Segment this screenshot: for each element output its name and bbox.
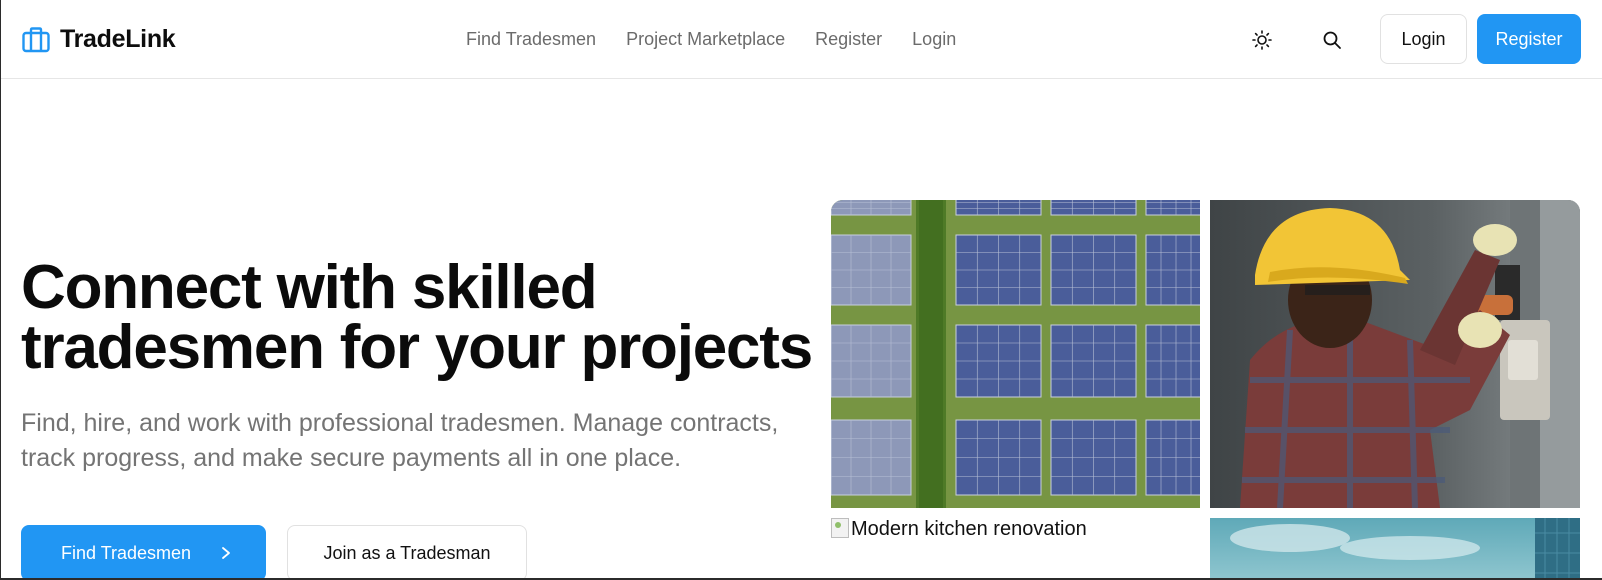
hero-subtitle-line-2: track progress, and make secure payments…	[21, 444, 682, 472]
sky-illustration	[1210, 518, 1580, 580]
theme-toggle-button[interactable]	[1245, 23, 1279, 57]
nav-link-project-marketplace[interactable]: Project Marketplace	[626, 29, 785, 50]
find-tradesmen-label: Find Tradesmen	[61, 542, 192, 563]
sky-image	[1210, 518, 1580, 580]
nav-link-register[interactable]: Register	[815, 29, 882, 50]
brand-name: TradeLink	[60, 25, 176, 53]
chevron-right-icon	[222, 547, 230, 559]
nav-link-find-tradesmen[interactable]: Find Tradesmen	[466, 29, 596, 50]
hero-subtitle: Find, hire, and work with professional t…	[21, 406, 801, 476]
top-header: TradeLink Find Tradesmen Project Marketp…	[1, 0, 1602, 79]
register-button[interactable]: Register	[1477, 14, 1581, 64]
electrician-image	[1210, 200, 1580, 508]
join-as-tradesman-button[interactable]: Join as a Tradesman	[287, 525, 527, 580]
solar-panels-image	[831, 200, 1200, 508]
kitchen-renovation-image: Modern kitchen renovation	[831, 518, 1200, 580]
brand-logo[interactable]: TradeLink	[22, 25, 176, 54]
image-alt-text: Modern kitchen renovation	[851, 518, 1087, 540]
sun-icon	[1252, 30, 1272, 50]
hero-title: Connect with skilled tradesmen for your …	[21, 253, 813, 382]
broken-image: Modern kitchen renovation	[831, 518, 1200, 540]
main-nav: Find Tradesmen Project Marketplace Regis…	[466, 29, 956, 50]
search-button[interactable]	[1315, 23, 1349, 57]
briefcase-icon	[22, 26, 50, 52]
solar-panels-illustration	[831, 200, 1200, 508]
find-tradesmen-button[interactable]: Find Tradesmen	[21, 525, 266, 580]
hero-title-line-2: tradesmen for your projects	[21, 313, 813, 382]
search-icon	[1323, 31, 1341, 49]
login-button[interactable]: Login	[1380, 14, 1467, 64]
broken-image-icon	[831, 518, 849, 538]
nav-link-login[interactable]: Login	[912, 29, 956, 50]
hero-title-line-1: Connect with skilled	[21, 253, 598, 322]
electrician-illustration	[1210, 200, 1580, 508]
window-edge	[0, 0, 1, 580]
hero-subtitle-line-1: Find, hire, and work with professional t…	[21, 409, 779, 437]
